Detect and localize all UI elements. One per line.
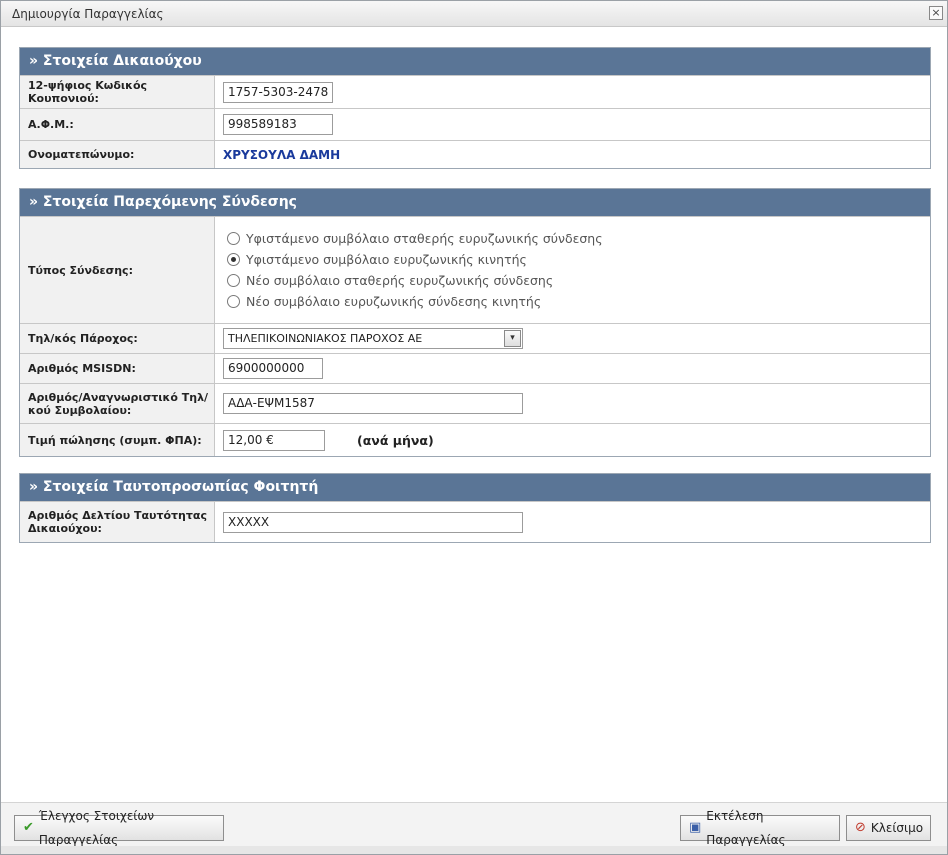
price-input[interactable]: 12,00 € xyxy=(223,429,325,451)
contract-label: Αριθμός/Αναγνωριστικό Τηλ/κού Συμβολαίου… xyxy=(20,384,215,423)
radio-option-existing-fixed[interactable]: Υφιστάμενο συμβόλαιο σταθερής ευρυζωνική… xyxy=(227,231,603,246)
afm-label: Α.Φ.Μ.: xyxy=(20,109,215,140)
provider-select[interactable]: ΤΗΛΕΠΙΚΟΙΝΩΝΙΑΚΟΣ ΠΑΡΟΧΟΣ ΑΕ ▾ xyxy=(223,328,523,349)
order-dialog: Δημιουργία Παραγγελίας × » Στοιχεία Δικα… xyxy=(0,0,948,855)
msisdn-input[interactable]: 6900000000 xyxy=(223,358,323,379)
msisdn-row: Αριθμός MSISDN: 6900000000 xyxy=(20,353,930,383)
radio-option-new-fixed[interactable]: Νέο συμβόλαιο σταθερής ευρυζωνικής σύνδε… xyxy=(227,273,603,288)
radio-button[interactable] xyxy=(227,295,240,308)
execute-order-label: Εκτέλεση Παραγγελίας xyxy=(706,809,786,847)
radio-button[interactable] xyxy=(227,274,240,287)
coupon-row: 12-ψήφιος Κωδικός Κουπονιού: 1757-5303-2… xyxy=(20,76,930,108)
cancel-icon: ⊘ xyxy=(855,820,866,835)
coupon-input[interactable]: 1757-5303-2478 xyxy=(223,81,333,103)
connection-type-row: Τύπος Σύνδεσης: Υφιστάμενο συμβόλαιο στα… xyxy=(20,217,930,323)
connection-section: » Στοιχεία Παρεχόμενης Σύνδεσης Τύπος Σύ… xyxy=(19,188,931,457)
check-order-label: Έλεγχος Στοιχείων Παραγγελίας xyxy=(38,809,155,847)
contract-input[interactable]: ΑΔΑ-ΕΨΜ1587 xyxy=(223,393,523,414)
student-id-row: Αριθμός Δελτίου Ταυτότητας Δικαιούχου: X… xyxy=(20,502,930,542)
provider-selected-value: ΤΗΛΕΠΙΚΟΙΝΩΝΙΑΚΟΣ ΠΑΡΟΧΟΣ ΑΕ xyxy=(228,332,423,345)
radio-label: Νέο συμβόλαιο σταθερής ευρυζωνικής σύνδε… xyxy=(246,273,554,288)
save-disk-icon: ▣ xyxy=(689,820,702,835)
student-id-input[interactable]: XXXXX xyxy=(223,511,523,533)
dialog-titlebar: Δημιουργία Παραγγελίας × xyxy=(1,1,947,27)
checkmark-icon: ✔ xyxy=(23,820,34,835)
name-label: Ονοματεπώνυμο: xyxy=(20,141,215,168)
beneficiary-section: » Στοιχεία Δικαιούχου 12-ψήφιος Κωδικός … xyxy=(19,47,931,169)
price-label: Τιμή πώλησης (συμπ. ΦΠΑ): xyxy=(20,424,215,456)
close-button[interactable]: ⊘ Κλείσιμο xyxy=(846,815,931,841)
connection-type-radio-group: Υφιστάμενο συμβόλαιο σταθερής ευρυζωνική… xyxy=(223,231,603,309)
connection-type-label: Τύπος Σύνδεσης: xyxy=(20,217,215,323)
student-section: » Στοιχεία Ταυτοπροσωπίας Φοιτητή Αριθμό… xyxy=(19,473,931,543)
student-section-header: » Στοιχεία Ταυτοπροσωπίας Φοιτητή xyxy=(20,474,930,501)
dialog-title: Δημιουργία Παραγγελίας xyxy=(12,7,164,21)
close-icon[interactable]: × xyxy=(929,6,943,20)
radio-button[interactable] xyxy=(227,232,240,245)
radio-label: Νέο συμβόλαιο ευρυζωνικής σύνδεσης κινητ… xyxy=(246,294,542,309)
afm-row: Α.Φ.Μ.: 998589183 xyxy=(20,108,930,140)
execute-order-button[interactable]: ▣ Εκτέλεση Παραγγελίας xyxy=(680,809,840,847)
check-order-button[interactable]: ✔ Έλεγχος Στοιχείων Παραγγελίας xyxy=(14,809,224,847)
radio-button-selected[interactable] xyxy=(227,253,240,266)
name-value: ΧΡΥΣΟΥΛΑ ΔΑΜΗ xyxy=(223,147,341,162)
chevron-down-icon[interactable]: ▾ xyxy=(504,330,521,347)
radio-option-existing-mobile[interactable]: Υφιστάμενο συμβόλαιο ευρυζωνικής κινητής xyxy=(227,252,603,267)
name-row: Ονοματεπώνυμο: ΧΡΥΣΟΥΛΑ ΔΑΜΗ xyxy=(20,140,930,168)
provider-label: Τηλ/κός Πάροχος: xyxy=(20,324,215,353)
beneficiary-section-header: » Στοιχεία Δικαιούχου xyxy=(20,48,930,75)
radio-label: Υφιστάμενο συμβόλαιο ευρυζωνικής κινητής xyxy=(246,252,527,267)
price-suffix: (ανά μήνα) xyxy=(357,432,434,448)
radio-label: Υφιστάμενο συμβόλαιο σταθερής ευρυζωνική… xyxy=(246,231,603,246)
provider-row: Τηλ/κός Πάροχος: ΤΗΛΕΠΙΚΟΙΝΩΝΙΑΚΟΣ ΠΑΡΟΧ… xyxy=(20,323,930,353)
close-label: Κλείσιμο xyxy=(870,821,924,835)
price-row: Τιμή πώλησης (συμπ. ΦΠΑ): 12,00 € (ανά μ… xyxy=(20,423,930,456)
msisdn-label: Αριθμός MSISDN: xyxy=(20,354,215,383)
coupon-label: 12-ψήφιος Κωδικός Κουπονιού: xyxy=(20,76,215,108)
background-strip xyxy=(1,846,947,854)
dialog-footer: ✔ Έλεγχος Στοιχείων Παραγγελίας ▣ Εκτέλε… xyxy=(1,802,947,847)
connection-section-header: » Στοιχεία Παρεχόμενης Σύνδεσης xyxy=(20,189,930,216)
radio-option-new-mobile[interactable]: Νέο συμβόλαιο ευρυζωνικής σύνδεσης κινητ… xyxy=(227,294,603,309)
contract-row: Αριθμός/Αναγνωριστικό Τηλ/κού Συμβολαίου… xyxy=(20,383,930,423)
afm-input[interactable]: 998589183 xyxy=(223,114,333,135)
student-id-label: Αριθμός Δελτίου Ταυτότητας Δικαιούχου: xyxy=(20,502,215,542)
